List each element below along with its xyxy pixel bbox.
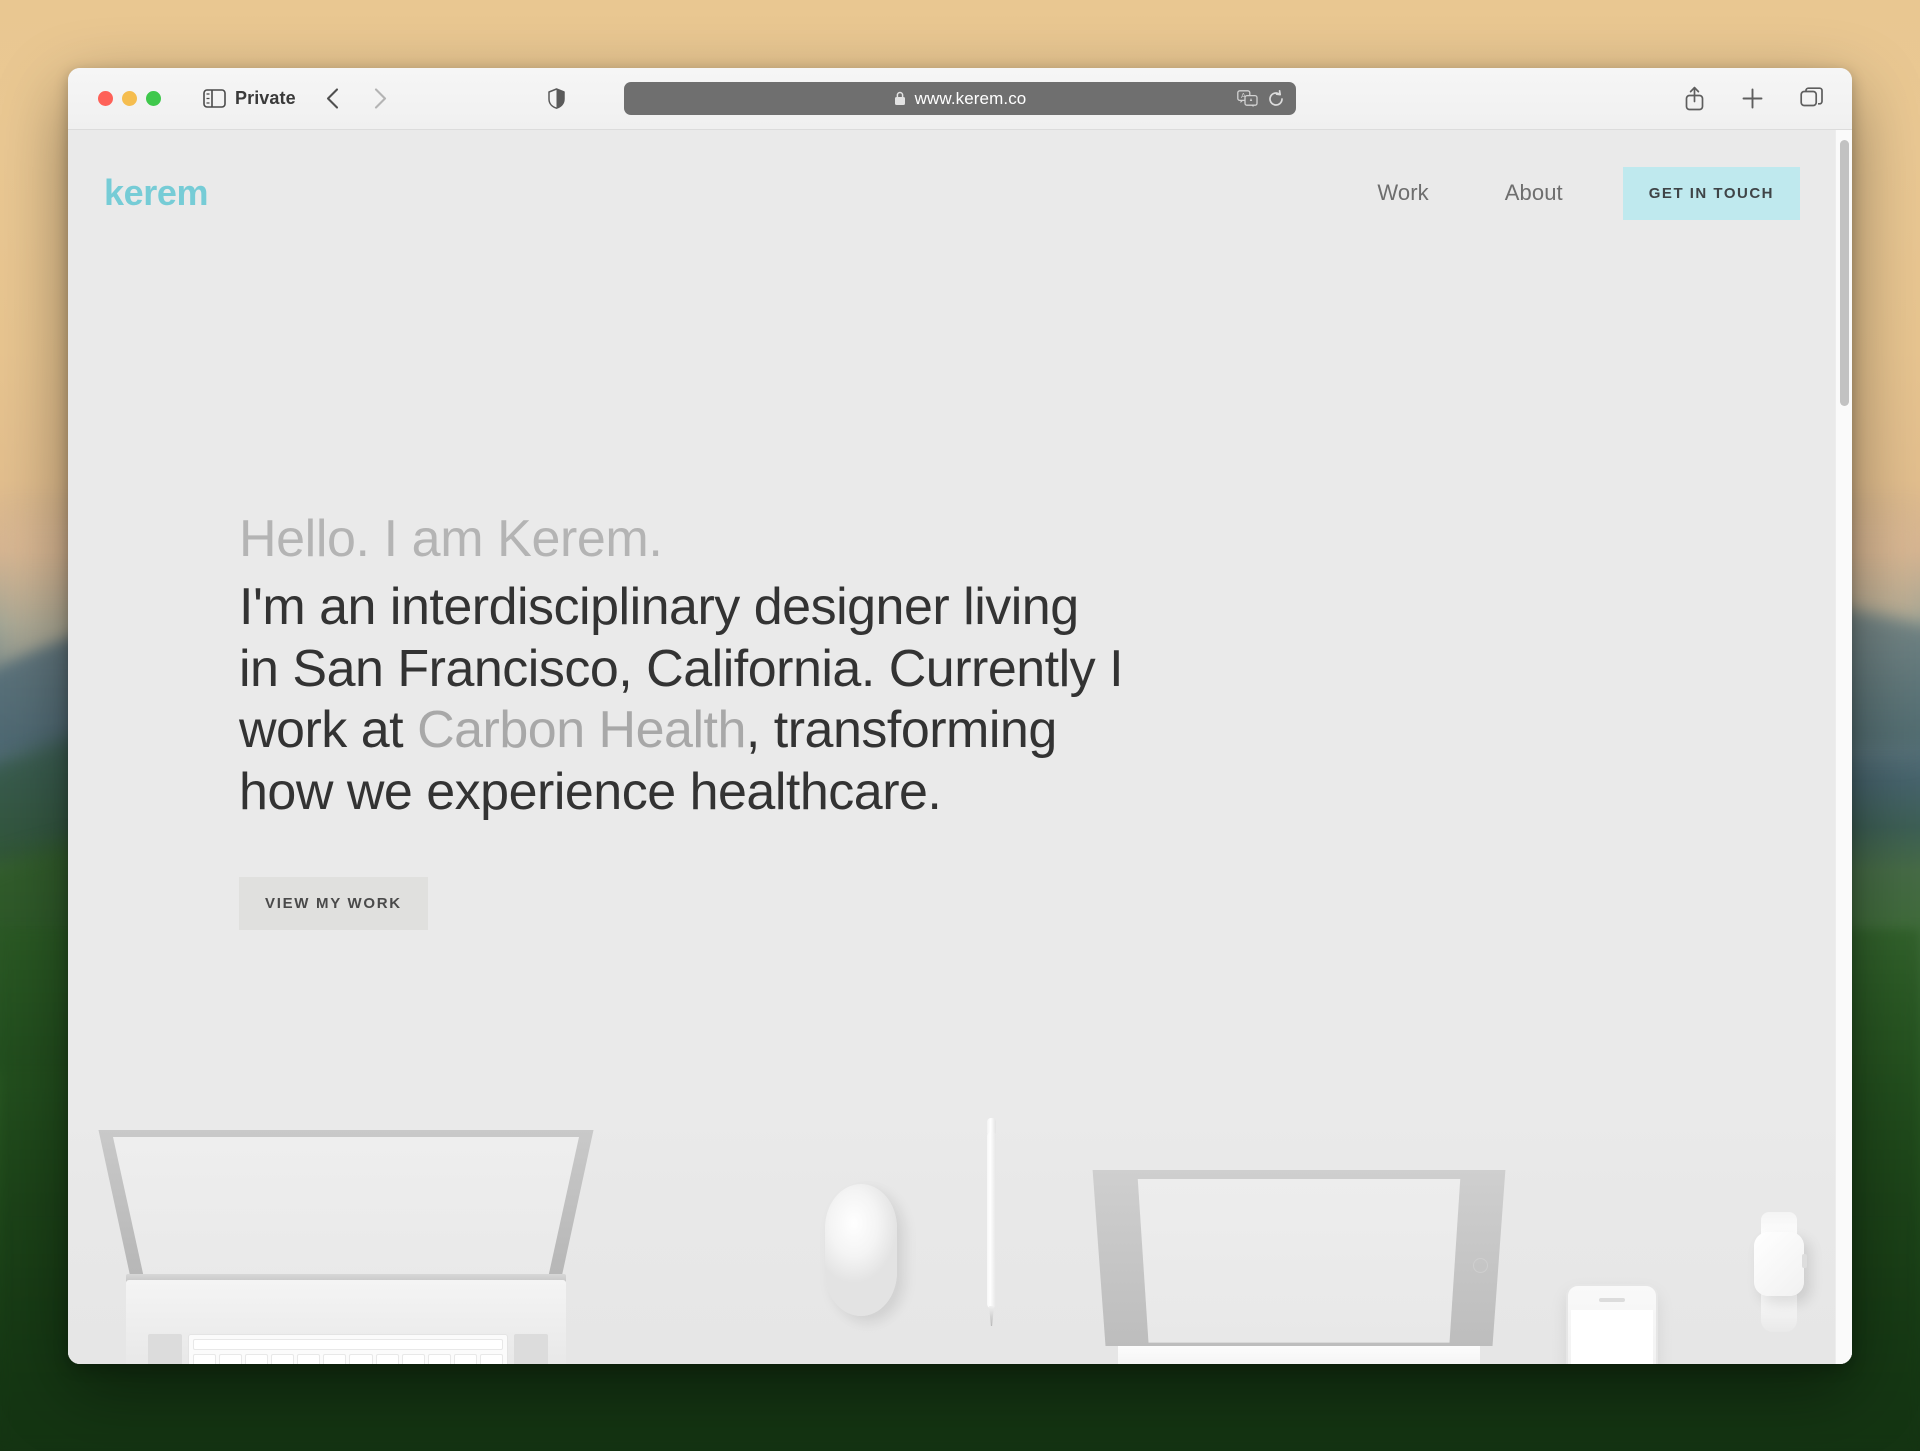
minimize-window-button[interactable] <box>122 91 137 106</box>
macbook-keyboard <box>188 1334 508 1364</box>
macbook-speaker-left <box>148 1334 182 1364</box>
apple-watch-image <box>1748 1212 1810 1334</box>
toolbar-right-actions <box>1684 86 1830 111</box>
share-icon[interactable] <box>1684 86 1705 111</box>
macbook-screen <box>113 1137 579 1276</box>
magic-mouse-image <box>825 1184 897 1316</box>
ipad-screen <box>1137 1179 1461 1343</box>
page-scrollbar-thumb[interactable] <box>1840 140 1849 406</box>
site-header: kerem Work About GET IN TOUCH <box>68 130 1852 226</box>
carbon-health-link[interactable]: Carbon Health <box>417 701 746 759</box>
private-browsing-label: Private <box>235 88 296 108</box>
window-traffic-lights <box>98 91 161 106</box>
apple-watch-band-bottom <box>1761 1292 1797 1332</box>
hero-intro-paragraph: I'm an interdisciplinary designer living… <box>239 577 1128 822</box>
navigation-arrows <box>322 88 392 110</box>
tab-overview-icon[interactable] <box>1800 87 1824 110</box>
sidebar-and-private-group: Private <box>203 88 296 109</box>
reload-icon[interactable] <box>1267 89 1285 108</box>
nav-link-work[interactable]: Work <box>1339 180 1466 206</box>
site-logo[interactable]: kerem <box>104 172 208 214</box>
apple-pencil-body <box>987 1132 996 1308</box>
zoom-window-button[interactable] <box>146 91 161 106</box>
ipad-home-button <box>1473 1258 1488 1273</box>
ipad-keyboard <box>1118 1346 1480 1364</box>
view-my-work-button[interactable]: VIEW MY WORK <box>239 876 428 930</box>
devices-photo-strip <box>68 1104 1852 1364</box>
plus-icon[interactable] <box>1741 87 1764 110</box>
apple-watch-case <box>1754 1232 1807 1296</box>
magic-mouse-body <box>825 1184 897 1316</box>
chevron-left-icon[interactable] <box>322 88 344 110</box>
site-navigation: Work About GET IN TOUCH <box>1339 166 1800 220</box>
macbook-image <box>96 1130 596 1364</box>
iphone-earpiece-speaker <box>1599 1298 1625 1302</box>
webpage-viewport: kerem Work About GET IN TOUCH Hello. I a… <box>68 130 1852 1364</box>
nav-link-about[interactable]: About <box>1467 180 1601 206</box>
iphone-image <box>1566 1284 1658 1364</box>
chevron-right-icon[interactable] <box>370 88 392 110</box>
privacy-shield-icon[interactable] <box>548 88 565 109</box>
hero-greeting: Hello. I am Kerem. <box>239 510 663 568</box>
close-window-button[interactable] <box>98 91 113 106</box>
page-scrollbar[interactable] <box>1835 130 1852 1364</box>
apple-watch-digital-crown <box>1802 1254 1807 1268</box>
hero-section: Hello. I am Kerem. I'm an interdisciplin… <box>68 226 1128 823</box>
lock-icon <box>894 91 906 106</box>
sidebar-icon[interactable] <box>203 89 226 108</box>
iphone-screen <box>1571 1310 1653 1364</box>
url-text: www.kerem.co <box>914 88 1027 108</box>
url-bar-actions: A <box>1237 89 1285 108</box>
url-address-bar[interactable]: www.kerem.co A <box>624 82 1296 115</box>
browser-toolbar: Private www.kerem.co A <box>68 68 1852 130</box>
translate-icon[interactable]: A <box>1237 90 1258 107</box>
ipad-image <box>1084 1170 1514 1364</box>
apple-pencil-tip <box>989 1306 994 1326</box>
get-in-touch-button[interactable]: GET IN TOUCH <box>1622 166 1800 220</box>
apple-pencil-image <box>986 1118 998 1328</box>
safari-browser-window: Private www.kerem.co A kerem Work About … <box>68 68 1852 1364</box>
macbook-speaker-right <box>514 1334 548 1364</box>
